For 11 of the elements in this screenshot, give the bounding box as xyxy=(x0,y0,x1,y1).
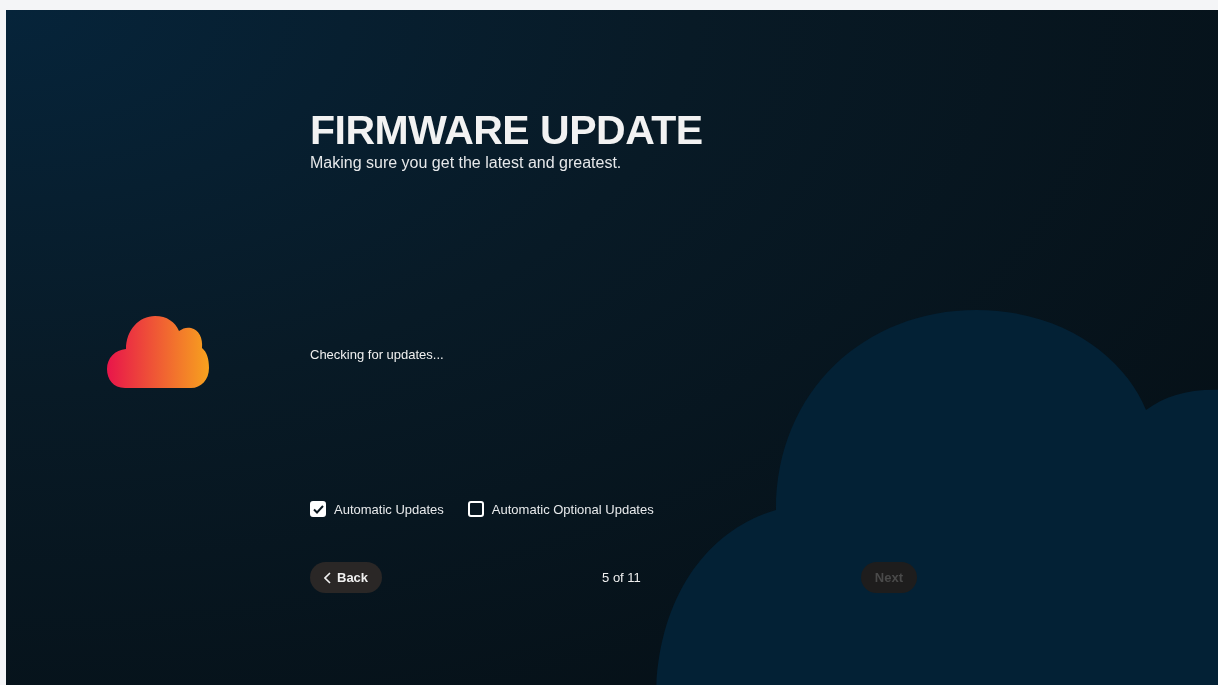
page-subtitle: Making sure you get the latest and greatest. xyxy=(310,154,623,172)
checkbox[interactable] xyxy=(310,501,326,517)
page-title: FIRMWARE UPDATE xyxy=(310,108,704,152)
checkbox[interactable] xyxy=(467,501,484,517)
cloud-icon xyxy=(107,316,209,388)
checkbox-label: Automatic Optional Updates xyxy=(491,501,654,517)
step-counter: 5 of 11 xyxy=(602,570,641,585)
back-button[interactable]: Back xyxy=(310,562,383,593)
checkbox-label: Automatic Updates xyxy=(334,501,444,517)
chevron-left-icon xyxy=(324,571,331,584)
status-text: Checking for updates... xyxy=(310,347,445,362)
